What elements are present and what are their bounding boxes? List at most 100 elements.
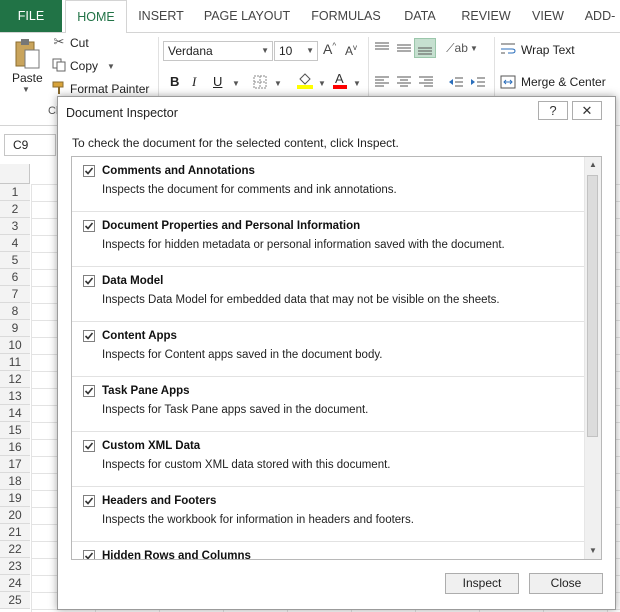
- row-header[interactable]: 18: [0, 473, 30, 490]
- chevron-down-icon: ▼: [261, 46, 269, 55]
- tab-add-ins[interactable]: ADD-: [580, 0, 620, 32]
- fill-color-icon[interactable]: [296, 71, 314, 89]
- borders-dropdown-icon[interactable]: ▼: [274, 79, 282, 88]
- row-header[interactable]: 17: [0, 456, 30, 473]
- tab-review[interactable]: REVIEW: [454, 0, 518, 32]
- align-top-icon[interactable]: [374, 41, 390, 55]
- row-header[interactable]: 2: [0, 201, 30, 218]
- inspection-item: Custom XML Data Inspects for custom XML d…: [72, 432, 586, 487]
- close-icon[interactable]: ✕: [572, 101, 602, 120]
- row-header[interactable]: 4: [0, 235, 30, 252]
- merge-center-button[interactable]: Merge & Center: [521, 75, 606, 89]
- row-header[interactable]: 25: [0, 592, 30, 609]
- borders-icon[interactable]: [253, 75, 267, 89]
- cut-button[interactable]: Cut: [70, 36, 89, 50]
- fill-color-dropdown-icon[interactable]: ▼: [318, 79, 326, 88]
- inspection-item-title: Data Model: [102, 275, 164, 287]
- tab-file[interactable]: FILE: [0, 0, 62, 32]
- inspection-item: Document Properties and Personal Informa…: [72, 212, 586, 267]
- align-bottom-icon[interactable]: [414, 38, 436, 58]
- scrollbar-thumb[interactable]: [587, 175, 598, 437]
- format-painter-button[interactable]: Format Painter: [70, 82, 149, 96]
- scroll-up-icon[interactable]: ▲: [585, 157, 601, 173]
- row-header[interactable]: 19: [0, 490, 30, 507]
- inspection-checkbox[interactable]: [83, 330, 95, 342]
- row-header[interactable]: 22: [0, 541, 30, 558]
- row-headers: 1 2 3 4 5 6 7 8 9 10 11 12 13 14 15 16 17 18 19 20 21 22 23 24 2…: [0, 184, 30, 609]
- row-header[interactable]: 13: [0, 388, 30, 405]
- orientation-icon[interactable]: ⟋ab: [446, 41, 468, 55]
- select-all-corner[interactable]: [0, 164, 30, 184]
- align-center-icon[interactable]: [396, 75, 412, 89]
- inspection-item: Data Model Inspects Data Model for embedd…: [72, 267, 586, 322]
- font-name-select[interactable]: Verdana ▼: [163, 41, 273, 61]
- row-header[interactable]: 5: [0, 252, 30, 269]
- inspection-checkbox[interactable]: [83, 440, 95, 452]
- row-header[interactable]: 3: [0, 218, 30, 235]
- tab-data[interactable]: DATA: [394, 0, 446, 32]
- row-header[interactable]: 14: [0, 405, 30, 422]
- underline-dropdown-icon[interactable]: ▼: [232, 79, 240, 88]
- inspection-item-description: Inspects for custom XML data stored with…: [102, 459, 391, 471]
- row-header[interactable]: 10: [0, 337, 30, 354]
- row-header[interactable]: 23: [0, 558, 30, 575]
- inspection-checkbox[interactable]: [83, 220, 95, 232]
- decrease-indent-icon[interactable]: [448, 75, 464, 89]
- inspection-checkbox[interactable]: [83, 165, 95, 177]
- tab-insert[interactable]: INSERT: [132, 0, 190, 32]
- help-button[interactable]: ?: [538, 101, 568, 120]
- bold-button[interactable]: B: [170, 74, 179, 89]
- inspect-button[interactable]: Inspect: [445, 573, 519, 594]
- wrap-text-icon: [500, 42, 516, 56]
- format-painter-icon: [52, 81, 66, 95]
- list-scrollbar[interactable]: ▲ ▼: [584, 157, 601, 559]
- align-middle-icon[interactable]: [396, 41, 412, 55]
- tab-page-layout[interactable]: PAGE LAYOUT: [198, 0, 296, 32]
- increase-font-icon[interactable]: A^: [323, 41, 336, 57]
- font-color-dropdown-icon[interactable]: ▼: [353, 79, 361, 88]
- copy-button[interactable]: Copy: [70, 59, 98, 73]
- row-header[interactable]: 12: [0, 371, 30, 388]
- row-header[interactable]: 1: [0, 184, 30, 201]
- paste-button[interactable]: Paste: [12, 71, 43, 85]
- align-left-icon[interactable]: [374, 75, 390, 89]
- underline-button[interactable]: U: [213, 74, 222, 89]
- row-header[interactable]: 21: [0, 524, 30, 541]
- row-header[interactable]: 16: [0, 439, 30, 456]
- inspection-item-title: Document Properties and Personal Informa…: [102, 220, 361, 232]
- scroll-down-icon[interactable]: ▼: [585, 543, 601, 559]
- name-box[interactable]: C9: [4, 134, 56, 156]
- row-header[interactable]: 11: [0, 354, 30, 371]
- row-header[interactable]: 9: [0, 320, 30, 337]
- paste-icon[interactable]: [12, 37, 42, 71]
- font-size-select[interactable]: 10 ▼: [274, 41, 318, 61]
- close-button[interactable]: Close: [529, 573, 603, 594]
- inspection-item-title: Content Apps: [102, 330, 177, 342]
- row-header[interactable]: 6: [0, 269, 30, 286]
- tab-home[interactable]: HOME: [65, 0, 127, 34]
- tab-formulas[interactable]: FORMULAS: [306, 0, 386, 32]
- inspection-checkbox[interactable]: [83, 495, 95, 507]
- tab-view[interactable]: VIEW: [526, 0, 570, 32]
- inspection-item-description: Inspects for Content apps saved in the d…: [102, 349, 383, 361]
- inspection-checkbox[interactable]: [83, 550, 95, 559]
- row-header[interactable]: 15: [0, 422, 30, 439]
- inspection-checkbox[interactable]: [83, 385, 95, 397]
- paste-dropdown-icon[interactable]: ▼: [22, 85, 30, 94]
- row-header[interactable]: 8: [0, 303, 30, 320]
- row-header[interactable]: 20: [0, 507, 30, 524]
- font-color-icon[interactable]: A: [332, 71, 348, 89]
- italic-button[interactable]: I: [192, 74, 196, 90]
- copy-icon: [52, 58, 66, 72]
- increase-indent-icon[interactable]: [470, 75, 486, 89]
- wrap-text-button[interactable]: Wrap Text: [521, 43, 575, 57]
- row-header[interactable]: 7: [0, 286, 30, 303]
- copy-dropdown-icon[interactable]: ▼: [107, 62, 115, 71]
- orientation-dropdown-icon[interactable]: ▼: [470, 44, 478, 53]
- row-header[interactable]: 24: [0, 575, 30, 592]
- align-right-icon[interactable]: [418, 75, 434, 89]
- inspection-checkbox[interactable]: [83, 275, 95, 287]
- document-inspector-dialog: Document Inspector ? ✕ To check the docu…: [57, 96, 616, 610]
- decrease-font-icon[interactable]: Av: [345, 43, 357, 58]
- merge-center-icon: [500, 75, 516, 89]
